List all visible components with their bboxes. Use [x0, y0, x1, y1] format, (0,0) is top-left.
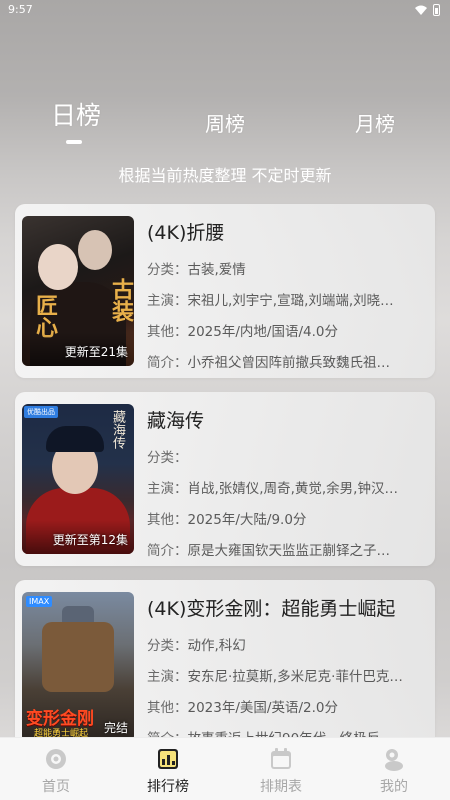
ranking-card[interactable]: 古装 匠心 更新至21集 (4K)折腰 分类：古装,爱情 主演：宋祖儿,刘宇宁,… [15, 204, 435, 378]
tab-monthly[interactable]: 月榜 [355, 108, 395, 137]
nav-label: 排行榜 [147, 779, 189, 795]
cast-row: 主演：宋祖儿,刘宇宁,宣璐,刘端端,刘晓… [147, 293, 394, 309]
item-title[interactable]: (4K)变形金刚：超能勇士崛起 [147, 594, 425, 621]
tab-weekly[interactable]: 周榜 [205, 108, 245, 137]
nav-profile[interactable]: 我的 [338, 738, 450, 800]
ranking-card[interactable]: 优酷出品 藏海传 更新至第12集 藏海传 分类： 主演：肖战,张婧仪,周奇,黄觉… [15, 392, 435, 566]
nav-home[interactable]: 首页 [0, 738, 112, 800]
status-icons [415, 4, 440, 16]
category-row: 分类：动作,科幻 [147, 638, 246, 654]
nav-label: 我的 [380, 779, 408, 795]
nav-label: 排期表 [260, 779, 302, 795]
status-time: 9:57 [8, 3, 33, 16]
poster-badge: 优酷出品 [24, 406, 58, 418]
episode-status: 完结 [103, 721, 128, 735]
poster-image[interactable]: 优酷出品 藏海传 更新至第12集 [22, 404, 134, 554]
battery-icon [433, 4, 440, 16]
tab-indicator [66, 140, 82, 144]
item-title[interactable]: 藏海传 [147, 406, 425, 433]
category-row: 分类： [147, 450, 188, 466]
ranking-subtitle: 根据当前热度整理 不定时更新 [118, 166, 332, 185]
cast-row: 主演：安东尼·拉莫斯,多米尼克·菲什巴克… [147, 669, 403, 685]
home-icon [46, 749, 66, 769]
nav-schedule[interactable]: 排期表 [225, 738, 337, 800]
card-info: (4K)变形金刚：超能勇士崛起 分类：动作,科幻 主演：安东尼·拉莫斯,多米尼克… [147, 594, 425, 755]
card-info: (4K)折腰 分类：古装,爱情 主演：宋祖儿,刘宇宁,宣璐,刘端端,刘晓… 其他… [147, 218, 425, 379]
poster-image[interactable]: IMAX 变形金刚 超能勇士崛起 完结 [22, 592, 134, 742]
intro-row: 简介：原是大雍国钦天监监正蒯铎之子… [147, 543, 390, 559]
cast-row: 主演：肖战,张婧仪,周奇,黄觉,余男,钟汉… [147, 481, 398, 497]
poster-title: 藏海传 [110, 410, 125, 449]
poster-badge: IMAX [26, 596, 53, 607]
nav-label: 首页 [42, 779, 70, 795]
other-row: 其他：2023年/美国/英语/2.0分 [147, 700, 338, 716]
status-bar: 9:57 [0, 0, 450, 22]
bottom-nav: 首页 排行榜 排期表 我的 [0, 737, 450, 800]
other-row: 其他：2025年/大陆/9.0分 [147, 512, 307, 528]
profile-icon [385, 749, 403, 771]
other-row: 其他：2025年/内地/国语/4.0分 [147, 324, 338, 340]
item-title[interactable]: (4K)折腰 [147, 218, 425, 245]
wifi-icon [415, 5, 427, 15]
episode-status: 更新至第12集 [52, 533, 128, 547]
poster-title: 古装 [108, 278, 133, 322]
calendar-icon [271, 748, 291, 769]
episode-status: 更新至21集 [64, 345, 128, 359]
card-info: 藏海传 分类： 主演：肖战,张婧仪,周奇,黄觉,余男,钟汉… 其他：2025年/… [147, 406, 425, 567]
category-row: 分类：古装,爱情 [147, 262, 246, 278]
ranking-icon [158, 749, 178, 769]
tab-daily[interactable]: 日榜 [51, 96, 101, 132]
intro-row: 简介：小乔祖父曾因阵前撤兵致魏氏祖… [147, 355, 390, 371]
poster-image[interactable]: 古装 匠心 更新至21集 [22, 216, 134, 366]
nav-ranking[interactable]: 排行榜 [112, 738, 224, 800]
